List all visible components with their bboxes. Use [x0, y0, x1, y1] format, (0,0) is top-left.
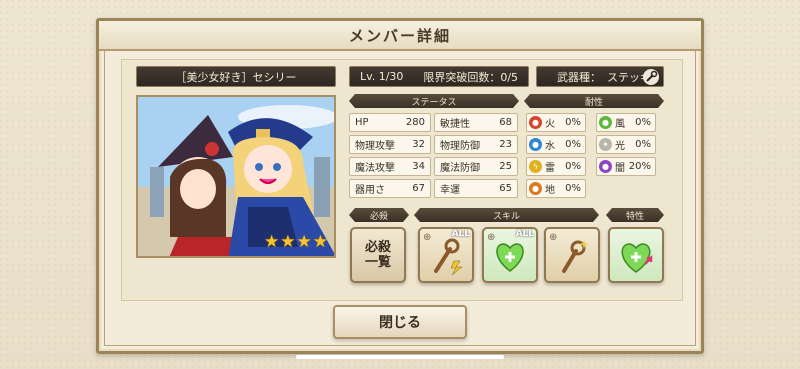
skill-header: スキル: [414, 208, 599, 222]
level-bar: Lv. 1/30 限界突破回数：0/5: [349, 66, 529, 87]
stat-phys-defense: 物理防御 23: [434, 135, 518, 154]
stat-label: 物理防御: [440, 141, 480, 152]
resistance-label: 火: [545, 119, 555, 130]
resistance-wind: ● 風 0%: [596, 113, 656, 132]
resistance-header-label: 耐性: [584, 97, 603, 108]
plus-icon: ⊕: [487, 232, 496, 243]
star-icon: ★: [296, 232, 312, 252]
star-icon: ★: [264, 232, 280, 252]
character-portrait: ★ ★ ★ ★: [136, 95, 336, 258]
resistance-label: 雷: [545, 163, 555, 174]
limit-break-value: 限界突破回数：0/5: [423, 70, 519, 84]
water-icon: ●: [529, 138, 542, 151]
staff-skill-icon: [434, 238, 463, 275]
resistance-water: ● 水 0%: [526, 135, 586, 154]
stat-label: 幸運: [440, 185, 460, 196]
wrench-icon: [643, 69, 659, 85]
close-button-label: 閉じる: [379, 315, 421, 331]
stat-agility: 敏捷性 68: [434, 113, 518, 132]
stat-value: 34: [412, 161, 425, 172]
skill-slot-3[interactable]: ⊕: [544, 227, 600, 283]
resistance-value: 0%: [565, 161, 581, 172]
stat-magic-defense: 魔法防御 25: [434, 157, 518, 176]
special-list-label: 必殺一覧: [364, 240, 391, 270]
resistance-light: ✦ 光 0%: [596, 135, 656, 154]
stat-label: 物理攻撃: [355, 141, 395, 152]
resistance-value: 0%: [635, 117, 651, 128]
stat-label: 器用さ: [355, 185, 385, 196]
fire-icon: ●: [529, 116, 542, 129]
skill-slot-1[interactable]: ⊕ ALL: [418, 227, 474, 283]
plus-icon: ⊕: [549, 232, 558, 243]
trait-header: 特性: [606, 208, 664, 222]
resistance-header: 耐性: [524, 94, 664, 108]
page-title: メンバー詳細: [348, 26, 451, 45]
resistance-value: 0%: [565, 183, 581, 194]
resistance-value: 20%: [628, 161, 651, 172]
stat-dexterity: 器用さ 67: [349, 179, 431, 198]
dark-icon: ●: [599, 160, 612, 173]
all-tag: ALL: [451, 229, 470, 239]
stat-luck: 幸運 65: [434, 179, 518, 198]
heal-up-heart-icon: [621, 243, 653, 273]
stat-phys-attack: 物理攻撃 32: [349, 135, 431, 154]
resistance-label: 地: [545, 185, 555, 196]
wind-icon: ●: [599, 116, 612, 129]
special-header-label: 必殺: [369, 211, 388, 222]
stat-value: 23: [499, 139, 512, 150]
level-value: Lv. 1/30: [359, 70, 404, 83]
status-header-label: ステータス: [411, 97, 457, 108]
stat-label: 敏捷性: [440, 119, 470, 130]
skill-slot-2[interactable]: ⊕ ALL: [482, 227, 538, 283]
stat-value: 32: [412, 139, 425, 150]
stat-value: 68: [499, 117, 512, 128]
thunder-icon: ϟ: [529, 160, 542, 173]
heal-heart-icon: [496, 243, 524, 272]
title-bar: メンバー詳細: [99, 21, 701, 51]
resistance-label: 水: [545, 141, 555, 152]
trait-header-label: 特性: [625, 211, 644, 222]
stat-label: 魔法攻撃: [355, 163, 395, 174]
earth-icon: ●: [529, 182, 542, 195]
light-icon: ✦: [599, 138, 612, 151]
plus-icon: ⊕: [423, 232, 432, 243]
rarity-stars: ★ ★ ★ ★: [264, 232, 328, 252]
status-header: ステータス: [349, 94, 519, 108]
stat-value: 25: [499, 161, 512, 172]
resistance-dark: ● 闇 20%: [596, 157, 656, 176]
resistance-label: 闇: [615, 163, 625, 174]
stat-value: 280: [405, 117, 425, 128]
resistance-earth: ● 地 0%: [526, 179, 586, 198]
character-name-bar: ［美少女好き］セシリー: [136, 66, 336, 87]
resistance-label: 風: [615, 119, 625, 130]
stat-label: 魔法防御: [440, 163, 480, 174]
home-indicator[interactable]: [296, 355, 504, 359]
special-header: 必殺: [349, 208, 409, 222]
stat-magic-attack: 魔法攻撃 34: [349, 157, 431, 176]
trait-slot[interactable]: [608, 227, 664, 283]
star-icon: ★: [280, 232, 296, 252]
resistance-value: 0%: [635, 139, 651, 150]
weapon-bar: 武器種： ステッキ: [536, 66, 664, 87]
star-icon: ★: [312, 232, 328, 252]
staff-sparkle-icon: [562, 239, 589, 273]
weapon-label: 武器種：: [557, 70, 601, 84]
special-list-button[interactable]: 必殺一覧: [350, 227, 406, 283]
stat-label: HP: [355, 117, 369, 128]
character-name: ［美少女好き］セシリー: [175, 70, 297, 84]
stat-value: 67: [412, 183, 425, 194]
all-tag: ALL: [515, 229, 534, 239]
stat-value: 65: [499, 183, 512, 194]
resistance-label: 光: [615, 141, 625, 152]
resistance-fire: ● 火 0%: [526, 113, 586, 132]
skill-header-label: スキル: [492, 211, 520, 222]
stat-hp: HP 280: [349, 113, 431, 132]
resistance-thunder: ϟ 雷 0%: [526, 157, 586, 176]
resistance-value: 0%: [565, 139, 581, 150]
close-button[interactable]: 閉じる: [333, 305, 467, 339]
resistance-value: 0%: [565, 117, 581, 128]
